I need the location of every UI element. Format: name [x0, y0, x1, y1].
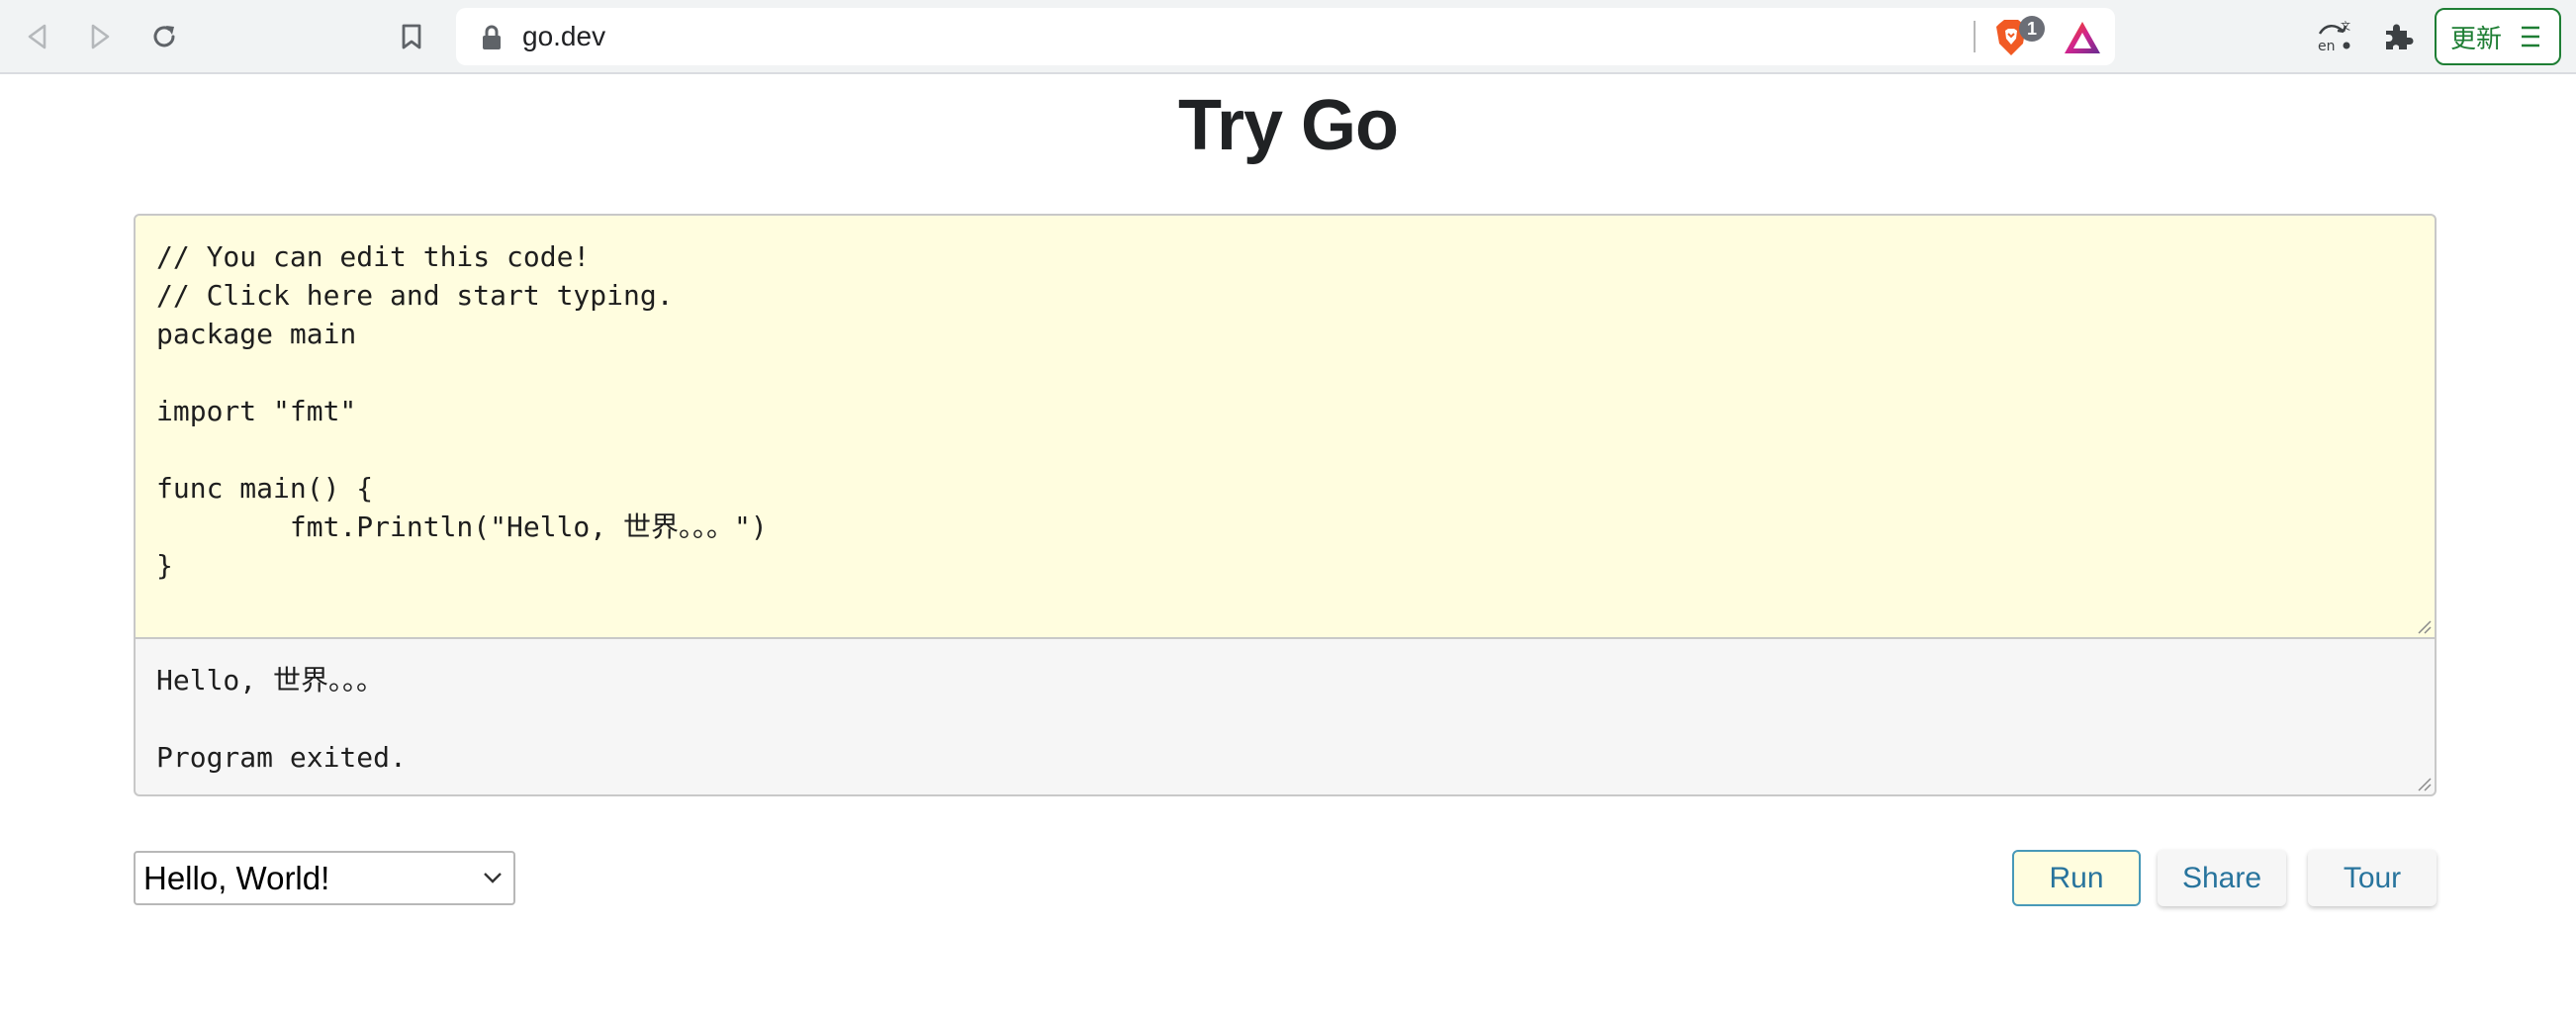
- address-bar[interactable]: go.dev 1: [456, 8, 2115, 65]
- omnibox-divider: [1974, 21, 1976, 52]
- lock-icon: [483, 25, 501, 49]
- output-panel: Hello, 世界。。。 Program exited.: [134, 637, 2437, 796]
- rewards-triangle-icon[interactable]: [2063, 20, 2102, 55]
- reload-icon: [153, 26, 175, 47]
- reload-button[interactable]: [140, 13, 188, 60]
- example-select[interactable]: Hello, World!: [134, 851, 515, 905]
- svg-text:en: en: [2318, 39, 2336, 54]
- url-text[interactable]: go.dev: [522, 8, 605, 65]
- run-button[interactable]: Run: [2012, 850, 2141, 906]
- bookmark-button[interactable]: [388, 13, 435, 60]
- svg-text:文: 文: [2341, 20, 2350, 33]
- extensions-button[interactable]: [2374, 13, 2422, 60]
- example-select-value: Hello, World!: [143, 859, 330, 896]
- code-editor[interactable]: // You can edit this code! // Click here…: [134, 214, 2437, 639]
- forward-icon: [91, 24, 110, 49]
- resize-grip-icon[interactable]: [2416, 618, 2432, 634]
- puzzle-icon: [2386, 24, 2414, 49]
- page-title: Try Go: [1177, 86, 1399, 165]
- update-label: 更新: [2450, 24, 2503, 54]
- code-text[interactable]: // You can edit this code! // Click here…: [156, 237, 2414, 585]
- browser-toolbar: go.dev 1 en 文 更新: [0, 0, 2576, 74]
- back-icon: [28, 24, 46, 49]
- tour-button[interactable]: Tour: [2308, 850, 2437, 906]
- shield-count-badge: 1: [2019, 16, 2045, 42]
- update-button[interactable]: 更新: [2435, 8, 2561, 65]
- bookmark-icon: [402, 24, 421, 49]
- translate-icon: en 文: [2318, 20, 2350, 54]
- resize-grip-icon[interactable]: [2416, 776, 2432, 791]
- share-button[interactable]: Share: [2158, 850, 2286, 906]
- forward-button[interactable]: [76, 13, 124, 60]
- menu-icon: [2522, 26, 2540, 47]
- back-button[interactable]: [14, 13, 61, 60]
- translate-button[interactable]: en 文: [2311, 13, 2358, 60]
- chevron-down-icon: [484, 873, 502, 883]
- output-text: Hello, 世界。。。 Program exited.: [156, 664, 407, 774]
